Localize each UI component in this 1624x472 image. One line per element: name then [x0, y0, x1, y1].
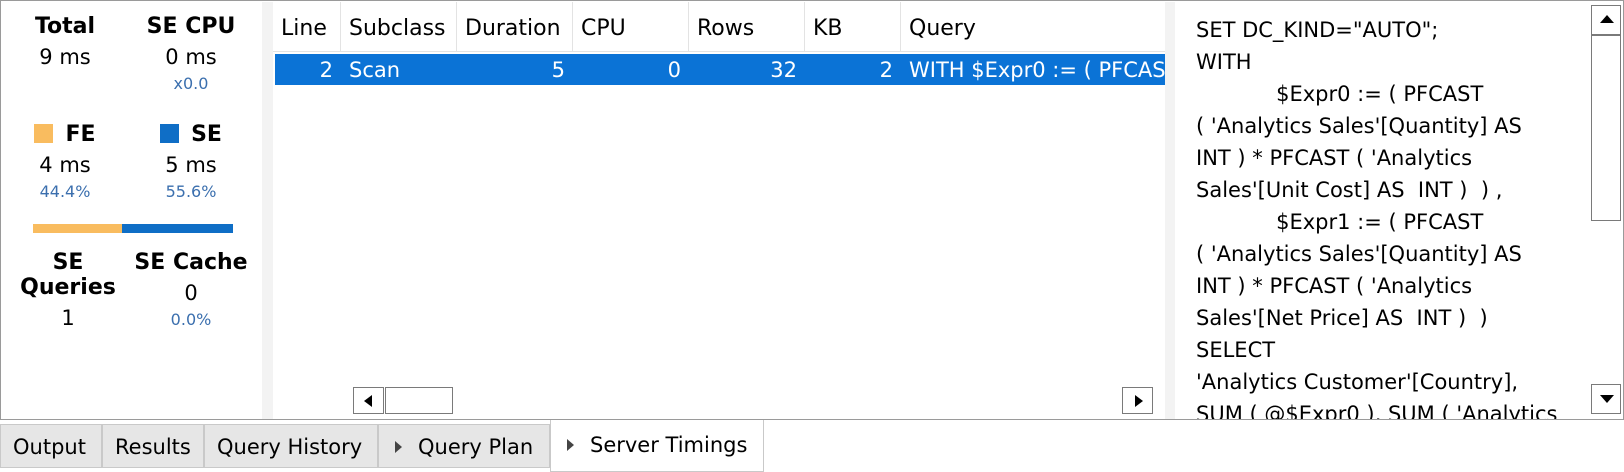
se-stat: SE 5 ms 55.6% — [132, 122, 250, 201]
query-line: SELECT — [1196, 338, 1276, 362]
tab-query-history[interactable]: Query History — [204, 424, 378, 468]
cell-line: 2 — [319, 58, 333, 82]
total-value: 9 ms — [39, 45, 91, 69]
query-line: 'Analytics Customer'[Country], — [1196, 370, 1519, 394]
se-percent: 55.6% — [165, 182, 217, 201]
query-line: Sales'[Unit Cost] AS INT ) ) , — [1196, 178, 1503, 202]
query-line: INT ) * PFCAST ( 'Analytics — [1196, 146, 1473, 170]
se-cpu-ratio: x0.0 — [173, 74, 209, 93]
column-header-rows[interactable]: Rows — [689, 2, 805, 51]
server-timings-pane: Total 9 ms SE CPU 0 ms x0.0 FE 4 ms 44.4… — [0, 0, 1624, 420]
total-stat: Total 9 ms — [10, 14, 120, 69]
se-cache-title: SE Cache — [134, 250, 248, 275]
stats-panel: Total 9 ms SE CPU 0 ms x0.0 FE 4 ms 44.4… — [2, 2, 261, 419]
tab-server-timings[interactable]: Server Timings — [550, 420, 764, 472]
cell-duration: 5 — [551, 58, 565, 82]
column-header-kb[interactable]: KB — [805, 2, 901, 51]
play-icon — [395, 441, 402, 453]
query-line: ( 'Analytics Sales'[Quantity] AS — [1196, 114, 1522, 138]
horizontal-scrollbar[interactable] — [353, 387, 1153, 417]
arrow-left-icon — [364, 395, 372, 407]
cell-query: WITH $Expr0 := ( PFCAST ( 'Analytics Sal… — [909, 58, 1165, 82]
tab-results[interactable]: Results — [102, 424, 204, 468]
se-cache-stat: SE Cache 0 0.0% — [132, 250, 250, 329]
query-text-panel[interactable]: SET DC_KIND="AUTO"; WITH $Expr0 := ( PFC… — [1176, 2, 1588, 419]
fe-bar-segment — [33, 224, 122, 233]
tab-query-plan-label: Query Plan — [418, 435, 534, 459]
se-cache-percent: 0.0% — [170, 310, 212, 329]
grid-header: Line Subclass Duration CPU Rows KB Query — [273, 2, 1165, 52]
fe-se-split-bar — [33, 224, 233, 233]
se-queries-value: 1 — [61, 306, 75, 330]
cell-kb: 2 — [879, 58, 893, 82]
tab-server-timings-label: Server Timings — [590, 433, 748, 457]
arrow-down-icon — [1600, 395, 1614, 403]
tab-output[interactable]: Output — [0, 424, 102, 468]
query-line: SET DC_KIND="AUTO"; — [1196, 18, 1439, 42]
fe-stat: FE 4 ms 44.4% — [10, 122, 120, 201]
scroll-right-button[interactable] — [1122, 387, 1153, 414]
se-value: 5 ms — [165, 153, 217, 177]
query-line: SUM ( @$Expr0 ), SUM ( 'Analytics — [1196, 402, 1558, 419]
timings-grid: Line Subclass Duration CPU Rows KB Query… — [273, 2, 1165, 419]
query-line: INT ) * PFCAST ( 'Analytics — [1196, 274, 1473, 298]
column-header-subclass[interactable]: Subclass — [341, 2, 457, 51]
horizontal-scroll-thumb[interactable] — [385, 387, 453, 414]
fe-legend-swatch — [34, 124, 54, 143]
se-bar-segment — [121, 224, 233, 233]
query-line: ( 'Analytics Sales'[Quantity] AS — [1196, 242, 1522, 266]
fe-percent: 44.4% — [39, 182, 91, 201]
column-header-duration[interactable]: Duration — [457, 2, 573, 51]
left-splitter[interactable] — [262, 2, 273, 419]
se-queries-stat: SE Queries 1 — [6, 250, 130, 330]
cell-cpu: 0 — [667, 58, 681, 82]
play-icon — [567, 439, 574, 451]
tab-results-label: Results — [115, 435, 191, 459]
tab-query-plan[interactable]: Query Plan — [378, 424, 550, 468]
query-line: $Expr0 := ( PFCAST — [1196, 82, 1484, 106]
total-title: Total — [34, 14, 96, 39]
column-header-cpu[interactable]: CPU — [573, 2, 689, 51]
se-cpu-title: SE CPU — [146, 14, 236, 39]
tab-output-label: Output — [13, 435, 86, 459]
column-header-line[interactable]: Line — [273, 2, 341, 51]
bottom-tab-bar: Output Results Query History Query Plan … — [0, 419, 1624, 472]
vertical-scrollbar[interactable] — [1589, 2, 1623, 419]
se-legend-swatch — [160, 124, 180, 143]
column-header-query[interactable]: Query — [901, 2, 1165, 51]
scroll-down-button[interactable] — [1591, 384, 1621, 414]
vertical-scroll-thumb[interactable] — [1591, 35, 1621, 221]
se-cpu-value: 0 ms — [165, 45, 217, 69]
se-cache-value: 0 — [184, 281, 198, 305]
scroll-up-button[interactable] — [1591, 5, 1621, 35]
cell-subclass: Scan — [349, 58, 401, 82]
fe-value: 4 ms — [39, 153, 91, 177]
query-line: $Expr1 := ( PFCAST — [1196, 210, 1484, 234]
se-title: SE — [191, 122, 222, 147]
se-queries-title: SE Queries — [20, 250, 116, 300]
query-line: WITH — [1196, 50, 1252, 74]
tab-query-history-label: Query History — [217, 435, 363, 459]
fe-title: FE — [65, 122, 96, 147]
table-row[interactable]: 2 Scan 5 0 32 2 WITH $Expr0 := ( PFCAST … — [275, 54, 1165, 85]
cell-rows: 32 — [770, 58, 797, 82]
arrow-right-icon — [1135, 395, 1143, 407]
arrow-up-icon — [1600, 15, 1614, 23]
query-line: Sales'[Net Price] AS INT ) ) — [1196, 306, 1488, 330]
se-cpu-stat: SE CPU 0 ms x0.0 — [132, 14, 250, 93]
scroll-left-button[interactable] — [353, 387, 384, 414]
right-splitter[interactable] — [1165, 2, 1175, 419]
